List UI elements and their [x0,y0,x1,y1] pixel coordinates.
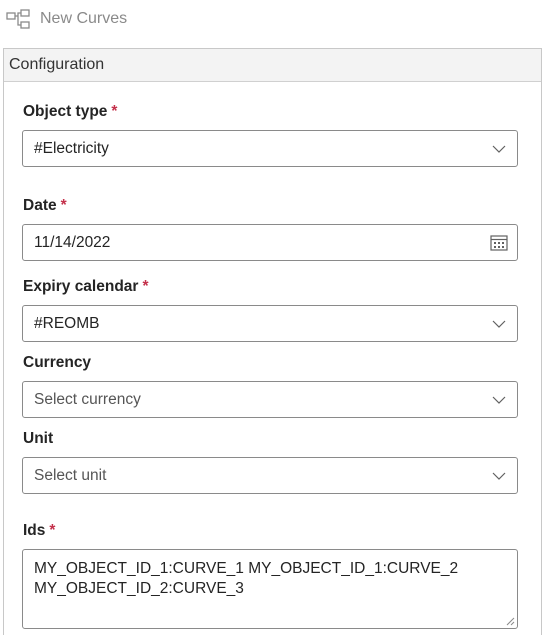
chevron-down-icon [481,458,517,493]
page-title: New Curves [40,10,128,27]
workflow-icon [6,9,30,29]
unit-label-text: Unit [23,430,54,447]
object-type-select[interactable]: #Electricity [22,130,518,167]
ids-label-text: Ids [23,522,46,539]
ids-line: MY_OBJECT_ID_2:CURVE_3 [34,580,244,597]
panel-title: Configuration [9,56,105,73]
currency-label-text: Currency [23,354,92,371]
date-input[interactable]: 11/14/2022 [22,224,518,261]
currency-label: Currency [23,354,91,372]
required-marker: * [60,197,67,214]
currency-placeholder: Select currency [34,390,141,408]
ids-textarea[interactable]: MY_OBJECT_ID_1:CURVE_1 MY_OBJECT_ID_1:CU… [22,549,518,629]
page: New Curves Configuration Object type * #E… [0,0,545,635]
unit-select[interactable]: Select unit [22,457,518,494]
ids-line: MY_OBJECT_ID_1:CURVE_1 MY_OBJECT_ID_1:CU… [34,560,459,577]
date-label-text: Date [23,197,57,214]
expiry-calendar-select[interactable]: #REOMB [22,305,518,342]
expiry-calendar-value: #REOMB [34,314,100,332]
required-marker: * [49,522,56,539]
chevron-down-icon [481,306,517,341]
required-marker: * [111,103,118,120]
date-value: 11/14/2022 [34,233,111,251]
expiry-calendar-label: Expiry calendar * [23,278,149,296]
expiry-calendar-label-text: Expiry calendar [23,278,139,295]
chevron-down-icon [481,382,517,417]
object-type-value: #Electricity [34,139,109,157]
required-marker: * [142,278,149,295]
date-label: Date * [23,197,67,215]
object-type-label: Object type * [23,103,117,121]
currency-select[interactable]: Select currency [22,381,518,418]
panel-header[interactable]: Configuration [4,49,541,82]
ids-label: Ids * [23,522,55,540]
chevron-down-icon [481,131,517,166]
unit-placeholder: Select unit [34,466,107,484]
resize-grip-icon[interactable] [505,616,515,626]
calendar-icon[interactable] [481,225,517,260]
unit-label: Unit [23,430,53,448]
object-type-label-text: Object type [23,103,108,120]
page-header: New Curves [0,0,545,40]
